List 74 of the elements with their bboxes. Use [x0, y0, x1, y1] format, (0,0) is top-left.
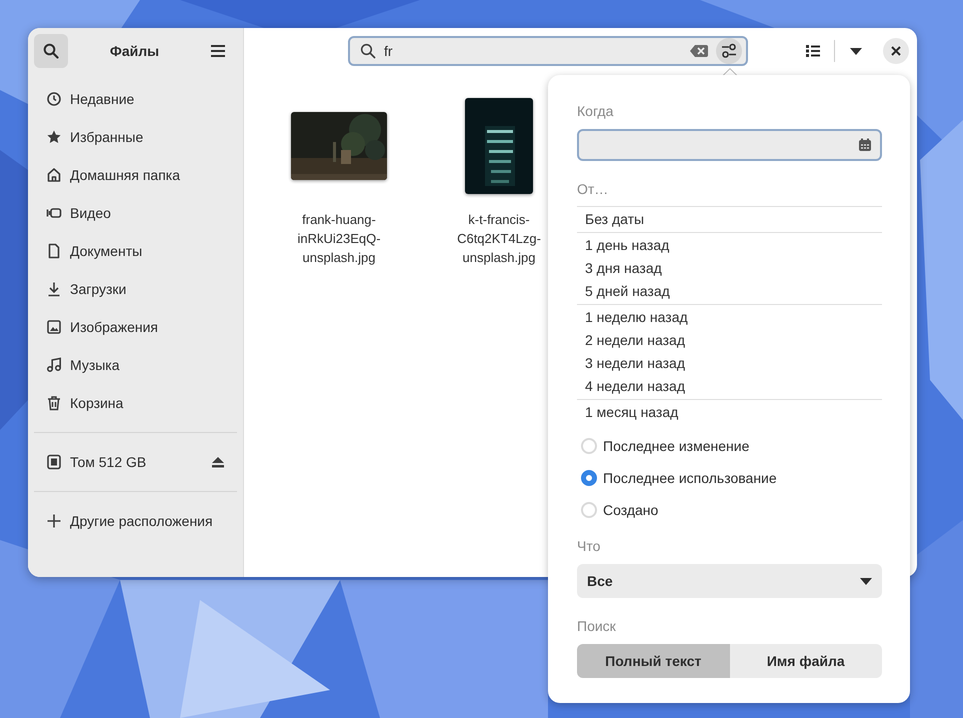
camera-icon	[46, 205, 62, 221]
filter-toggle-button[interactable]	[716, 38, 742, 64]
search-mode-button[interactable]: Полный текст	[577, 644, 730, 678]
search-icon	[360, 43, 376, 59]
section-label: Что	[577, 538, 602, 554]
sidebar-item-label: Загрузки	[70, 281, 126, 297]
date-field[interactable]	[577, 129, 882, 161]
sidebar-item[interactable]: Музыка	[34, 346, 237, 384]
sidebar-item-label: Документы	[70, 243, 142, 259]
date-option[interactable]: 4 недели назад	[577, 375, 882, 398]
calendar-icon[interactable]	[858, 138, 872, 152]
caret-icon	[850, 48, 862, 54]
trash-icon	[46, 395, 62, 411]
type-dropdown[interactable]: Все	[577, 564, 882, 598]
window-title: Файлы	[110, 43, 160, 59]
search-icon	[43, 43, 59, 59]
sidebar-item-label: Изображения	[70, 319, 158, 335]
sidebar-item-label: Корзина	[70, 395, 124, 411]
sidebar-item[interactable]: Документы	[34, 232, 237, 270]
date-type-option[interactable]: Последнее использование	[577, 462, 882, 494]
date-option[interactable]: 5 дней назад	[577, 280, 882, 303]
date-type-option[interactable]: Создано	[577, 494, 882, 526]
sidebar-item[interactable]: Корзина	[34, 384, 237, 422]
image-icon	[46, 319, 62, 335]
clear-icon[interactable]	[690, 44, 708, 58]
sidebar-item[interactable]: Загрузки	[34, 270, 237, 308]
close-icon	[891, 46, 901, 56]
sidebar-item[interactable]: Недавние	[34, 80, 237, 118]
sidebar-item-label: Том 512 GB	[70, 454, 148, 470]
radio-label: Последнее использование	[603, 470, 777, 486]
date-option[interactable]: Без даты	[577, 208, 882, 231]
date-option[interactable]: 2 недели назад	[577, 329, 882, 352]
date-type-option[interactable]: Последнее изменение	[577, 430, 882, 462]
date-option[interactable]: 1 день назад	[577, 234, 882, 257]
search-text: fr	[384, 43, 394, 59]
date-option[interactable]: 1 месяц назад	[577, 401, 882, 424]
date-option[interactable]: 3 дня назад	[577, 257, 882, 280]
sidebar-item-label: Другие расположения	[70, 513, 213, 529]
sidebar-item[interactable]: Видео	[34, 194, 237, 232]
music-note-icon	[46, 357, 62, 373]
clock-icon	[46, 91, 62, 107]
download-icon	[46, 281, 62, 297]
radio-button[interactable]	[581, 470, 597, 486]
date-option[interactable]: 1 неделю назад	[577, 306, 882, 329]
sidebar-item[interactable]: Изображения	[34, 308, 237, 346]
search-button[interactable]	[34, 34, 68, 68]
sidebar-item[interactable]: Другие расположения	[34, 502, 237, 540]
sidebar-item-label: Недавние	[70, 91, 134, 107]
close-button[interactable]	[883, 38, 909, 64]
section-label: От…	[577, 181, 610, 197]
document-icon	[46, 243, 62, 259]
list-view-icon	[805, 44, 821, 58]
sidebar-item[interactable]: Том 512 GB	[34, 443, 237, 481]
menu-icon	[210, 44, 226, 58]
sidebar-item-label: Видео	[70, 205, 111, 221]
drive-icon	[46, 454, 62, 470]
radio-label: Создано	[603, 502, 658, 518]
search-field[interactable]: fr	[348, 36, 748, 66]
sidebar-item[interactable]: Домашняя папка	[34, 156, 237, 194]
section-label: Поиск	[577, 618, 617, 634]
eject-icon[interactable]	[211, 455, 225, 469]
radio-label: Последнее изменение	[603, 438, 750, 454]
search-mode-button[interactable]: Имя файла	[730, 644, 882, 678]
file-name[interactable]: frank-huang-inRkUi23EqQ-unsplash.jpg	[283, 210, 395, 267]
filter-icon	[721, 43, 737, 59]
sidebar-item-label: Избранные	[70, 129, 144, 145]
sidebar-item[interactable]: Избранные	[34, 118, 237, 156]
star-icon	[46, 129, 62, 145]
plus-icon	[46, 513, 62, 529]
date-option[interactable]: 3 недели назад	[577, 352, 882, 375]
section-label: Когда	[577, 103, 614, 119]
home-icon	[46, 167, 62, 183]
sidebar-item-label: Музыка	[70, 357, 120, 373]
sidebar-item-label: Домашняя папка	[70, 167, 180, 183]
